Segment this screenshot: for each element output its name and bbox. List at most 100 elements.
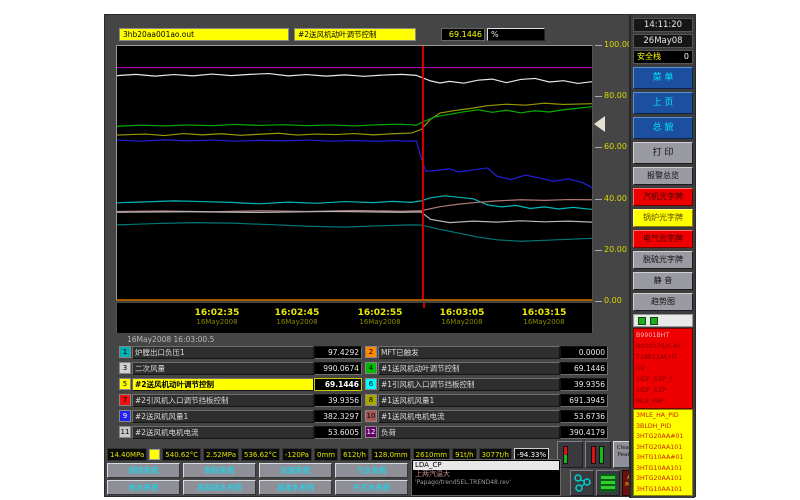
legend-point-value: 0.0000 bbox=[560, 346, 608, 359]
menu-button[interactable]: 汽水系统 bbox=[335, 463, 408, 478]
sidebar-buttons: 菜 单上 页总 貌打 印报警总览汽机光字牌锅炉光字牌电气光字牌脱硫光字牌静 音趋… bbox=[633, 67, 693, 314]
status-value: 536.62°C bbox=[241, 448, 280, 461]
alarm-entry[interactable]: N01017S/S.#F bbox=[636, 341, 690, 352]
green-indicator-icon bbox=[638, 317, 646, 325]
dcs-trend-window: 3hb20aa001ao.out #2送风机动叶调节控制 69.1446 % 1… bbox=[104, 14, 696, 497]
legend-color-key: 9 bbox=[119, 410, 131, 422]
y-tick-mark bbox=[595, 301, 602, 302]
point-title-field[interactable]: #2送风机动叶调节控制 bbox=[294, 28, 416, 41]
alarm-entry[interactable]: B9901BHT bbox=[636, 330, 690, 341]
y-tick-label: 80.00 bbox=[604, 92, 627, 100]
legend-color-key: 3 bbox=[119, 362, 131, 374]
trend-plot-area[interactable] bbox=[116, 45, 593, 301]
status-bars-icon bbox=[563, 446, 568, 464]
sidebar-button[interactable]: 汽机光字牌 bbox=[633, 188, 693, 206]
status-value: 2.52MPa bbox=[203, 448, 239, 461]
legend-point-label[interactable]: #1送风机风量1 bbox=[378, 394, 560, 407]
alarm-entry[interactable]: O2 bbox=[636, 363, 690, 374]
legend-point-label[interactable]: #2送风机风量1 bbox=[132, 410, 314, 423]
legend-point-label[interactable]: 负荷 bbox=[378, 426, 560, 439]
clock: 14:11:20 bbox=[633, 18, 693, 32]
time-tick: 16:02:5516May2008 bbox=[344, 308, 416, 327]
legend-point-label[interactable]: #1送风机电机电流 bbox=[378, 410, 560, 423]
status-bars-icon bbox=[591, 446, 604, 464]
alarm-entry[interactable]: MLE_PAF bbox=[636, 396, 690, 407]
alarm-entry[interactable]: T18E12ACHT bbox=[636, 352, 690, 363]
trend-mini-toolbar[interactable] bbox=[633, 314, 693, 327]
alarm-entry[interactable]: 1IDF_GZP bbox=[636, 385, 690, 396]
alarm-entry[interactable]: 3MLE_HA_PID bbox=[636, 411, 690, 422]
alarm-entry[interactable]: 3HTG10AA101 bbox=[636, 464, 690, 475]
legend-point-label[interactable]: #2引风机入口调节挡板控制 bbox=[132, 394, 314, 407]
legend-point-label[interactable]: MFT已触发 bbox=[378, 346, 560, 359]
point-tag-field[interactable]: 3hb20aa001ao.out bbox=[119, 28, 289, 41]
legend-color-key: 10 bbox=[365, 410, 377, 422]
y-tick-mark bbox=[595, 96, 602, 97]
alarm-entry[interactable]: 1IDF_GZP_F bbox=[636, 374, 690, 385]
current-value-readout: 69.1446 bbox=[441, 28, 485, 41]
sidebar-button[interactable]: 报警总览 bbox=[633, 167, 693, 185]
y-tick-label: 40.00 bbox=[604, 195, 627, 203]
y-tick-label: 100.00 bbox=[604, 41, 632, 49]
menu-button[interactable]: 燃烧系统 bbox=[107, 463, 180, 478]
trend-curve bbox=[117, 140, 592, 188]
legend-point-label[interactable]: #1送风机动叶调节控制 bbox=[378, 362, 560, 375]
menu-button[interactable]: 给水系统 bbox=[107, 480, 180, 495]
fan-status-indicator-2[interactable] bbox=[585, 441, 611, 468]
safety-label: 安全栈 bbox=[637, 51, 661, 63]
legend-point-value: 39.9356 bbox=[560, 378, 608, 391]
sidebar-button[interactable]: 电气光字牌 bbox=[633, 230, 693, 248]
trend-curve bbox=[117, 211, 592, 222]
sidebar-button[interactable]: 总 貌 bbox=[633, 117, 693, 139]
sidebar-button[interactable]: 锅炉光字牌 bbox=[633, 209, 693, 227]
menu-button[interactable]: 高加疏水系统 bbox=[183, 480, 256, 495]
time-tick: 16:03:1516May2008 bbox=[508, 308, 580, 327]
alarm-entry[interactable]: 3HTG10AA#01 bbox=[636, 453, 690, 464]
alarm-entry[interactable]: 3HTG10AA101 bbox=[636, 485, 690, 496]
trend-curves bbox=[117, 46, 592, 299]
legend-color-key: 4 bbox=[365, 362, 377, 374]
sidebar-button[interactable]: 静 音 bbox=[633, 272, 693, 290]
sidebar-button[interactable]: 菜 单 bbox=[633, 67, 693, 89]
legend-point-label[interactable]: #2送风机电机电流 bbox=[132, 426, 314, 439]
status-value: 612t/h bbox=[340, 448, 369, 461]
legend-point-value: 990.0674 bbox=[314, 362, 362, 375]
trend-curve bbox=[117, 107, 592, 127]
grid-view-button[interactable] bbox=[596, 470, 620, 496]
legend-point-value: 39.9356 bbox=[314, 394, 362, 407]
legend-color-key: 2 bbox=[365, 346, 377, 358]
legend-point-label[interactable]: #1引风机入口调节挡板控制 bbox=[378, 378, 560, 391]
y-tick-label: 20.00 bbox=[604, 246, 627, 254]
alarm-entry[interactable]: 3BLDH_PID bbox=[636, 422, 690, 433]
alarm-list-yellow[interactable]: 3MLE_HA_PID3BLDH_PID3HTG20AA#013HTG20AA1… bbox=[633, 409, 693, 496]
trend-file-console: LDA_CP 上两汽温大 'Papago/trendSEL.TREND48.re… bbox=[411, 459, 561, 496]
sidebar-button[interactable]: 打 印 bbox=[633, 142, 693, 164]
menu-button[interactable]: 风烟系统 bbox=[259, 463, 332, 478]
legend-point-label[interactable]: 炉膛出口负压1 bbox=[132, 346, 314, 359]
alarm-entry[interactable]: 3HTG20AA101 bbox=[636, 474, 690, 485]
alarm-indicator-chip bbox=[149, 449, 160, 460]
alarm-entry[interactable]: 3HTG20AA#01 bbox=[636, 432, 690, 443]
legend-point-value: 69.1446 bbox=[314, 378, 362, 391]
date-tick-label: 16May2008 bbox=[261, 318, 333, 327]
legend-point-value: 53.6736 bbox=[560, 410, 608, 423]
alarm-list-red[interactable]: B9901BHTN01017S/S.#FT18E12ACHTO21IDF_GZP… bbox=[633, 328, 693, 409]
y-tick-mark bbox=[595, 147, 602, 148]
network-nodes-button[interactable] bbox=[570, 470, 594, 496]
alarm-entry[interactable]: 3HTG20AA101 bbox=[636, 443, 690, 454]
sidebar: 14:11:20 26May08 安全栈 0 菜 单上 页总 貌打 印报警总览汽… bbox=[629, 15, 695, 498]
console-selected-item[interactable]: LDA_CP bbox=[413, 461, 559, 470]
menu-button[interactable]: 制粉系统 bbox=[183, 463, 256, 478]
legend-color-key: 5 bbox=[119, 378, 131, 390]
sidebar-button[interactable]: 上 页 bbox=[633, 92, 693, 114]
trend-curve bbox=[117, 196, 592, 210]
sidebar-button[interactable]: 趋势图 bbox=[633, 293, 693, 311]
sidebar-button[interactable]: 脱硫光字牌 bbox=[633, 251, 693, 269]
screenshot-root: 3hb20aa001ao.out #2送风机动叶调节控制 69.1446 % 1… bbox=[0, 0, 800, 500]
legend-point-label[interactable]: 二次风量 bbox=[132, 362, 314, 375]
legend-point-label[interactable]: #2送风机动叶调节控制 bbox=[132, 378, 314, 391]
safety-value: 0 bbox=[684, 51, 689, 63]
menu-button[interactable]: 开式水系统 bbox=[335, 480, 408, 495]
legend-color-key: 1 bbox=[119, 346, 131, 358]
menu-button[interactable]: 减温水系统 bbox=[259, 480, 332, 495]
